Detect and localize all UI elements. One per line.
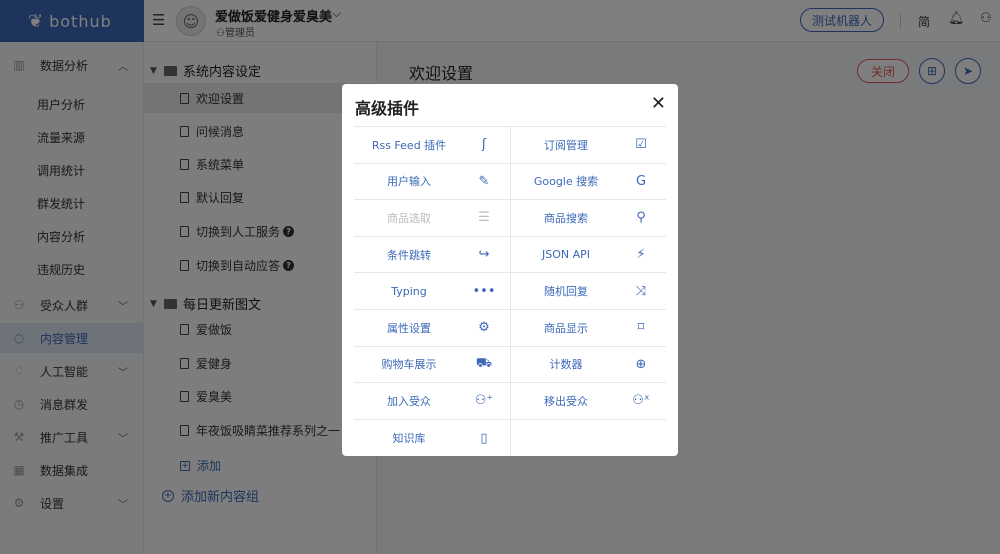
plugin-label: 商品显示	[544, 321, 588, 335]
plugin-grid: Rss Feed 插件 ʃ 订阅管理 ☑ 用户输入 ✎ Google 搜索 G 商品选取 ☰ 商品搜…	[354, 126, 666, 457]
plugin-option[interactable]: 计数器 ⊕	[510, 346, 666, 384]
search-icon: ⚲	[636, 210, 646, 226]
plugin-option[interactable]: Rss Feed 插件 ʃ	[354, 127, 510, 164]
plugin-label: 购物车展示	[381, 358, 437, 372]
plugin-label: 条件跳转	[387, 248, 431, 262]
plugin-label: 随机回复	[544, 285, 588, 299]
pencil-icon: ✎	[478, 173, 490, 189]
plugin-option[interactable]: 随机回复 ⤨	[510, 273, 666, 310]
plugin-label: Typing	[391, 284, 427, 298]
ellipsis-icon: •••	[472, 283, 496, 299]
plugin-option[interactable]: 订阅管理 ☑	[510, 127, 666, 164]
plugin-option[interactable]: 移出受众 ⚇ˣ	[510, 383, 666, 420]
plugin-label: 加入受众	[387, 394, 431, 408]
plugin-label: 订阅管理	[544, 138, 588, 152]
plugin-label: Rss Feed 插件	[371, 138, 447, 152]
google-icon: G	[635, 173, 647, 189]
plugin-option[interactable]: 商品显示 ⌑	[510, 310, 666, 347]
dialog-title: 高级插件	[355, 99, 420, 118]
advanced-plugins-dialog: 高级插件 ✕ Rss Feed 插件 ʃ 订阅管理 ☑ 用户输入 ✎ Google 搜索 G 商…	[342, 84, 678, 457]
cart-icon: ⛟	[475, 355, 493, 371]
close-icon[interactable]: ✕	[651, 94, 666, 114]
plugin-option[interactable]: Typing •••	[354, 273, 510, 310]
user-add-icon: ⚇⁺	[474, 393, 494, 409]
plugin-label: 商品搜索	[544, 211, 588, 225]
plugin-label: JSON API	[541, 248, 590, 262]
plugin-option[interactable]: Google 搜索 G	[510, 163, 666, 201]
plus-circle-icon: ⊕	[635, 356, 647, 372]
plugin-label: 知识库	[392, 432, 426, 446]
plugin-option[interactable]: 用户输入 ✎	[354, 164, 510, 201]
plugin-option[interactable]: 加入受众 ⚇⁺	[354, 383, 510, 420]
tag-icon: ⌑	[637, 320, 645, 336]
plugin-option: 商品选取 ☰	[354, 200, 510, 237]
plugin-label: Google 搜索	[533, 175, 599, 189]
user-remove-icon: ⚇ˣ	[632, 393, 650, 409]
plugin-label: 属性设置	[387, 321, 431, 335]
plugin-option[interactable]: 购物车展示 ⛟	[354, 347, 510, 384]
plugin-label: 用户输入	[387, 175, 431, 189]
plugin-option[interactable]: 属性设置 ⚙	[354, 310, 510, 347]
shuffle-icon: ⤨	[635, 283, 647, 299]
empty-cell	[510, 419, 666, 457]
plugin-label: 移出受众	[544, 394, 588, 408]
edit-square-icon: ☑	[635, 137, 647, 153]
share-arrow-icon: ↪	[478, 247, 490, 263]
plugin-label: 商品选取	[387, 211, 431, 225]
plugin-option[interactable]: JSON API ⚡	[510, 236, 666, 274]
plug-icon: ⚡	[636, 247, 646, 263]
plugin-option[interactable]: 商品搜索 ⚲	[510, 200, 666, 237]
plugin-option[interactable]: 知识库 ▯	[354, 420, 510, 457]
book-icon: ▯	[480, 430, 488, 446]
plugin-option[interactable]: 条件跳转 ↪	[354, 237, 510, 274]
rss-icon: ʃ	[481, 137, 487, 153]
list-search-icon: ☰	[478, 210, 490, 226]
gear-icon: ⚙	[478, 320, 490, 336]
plugin-label: 计数器	[549, 358, 583, 372]
